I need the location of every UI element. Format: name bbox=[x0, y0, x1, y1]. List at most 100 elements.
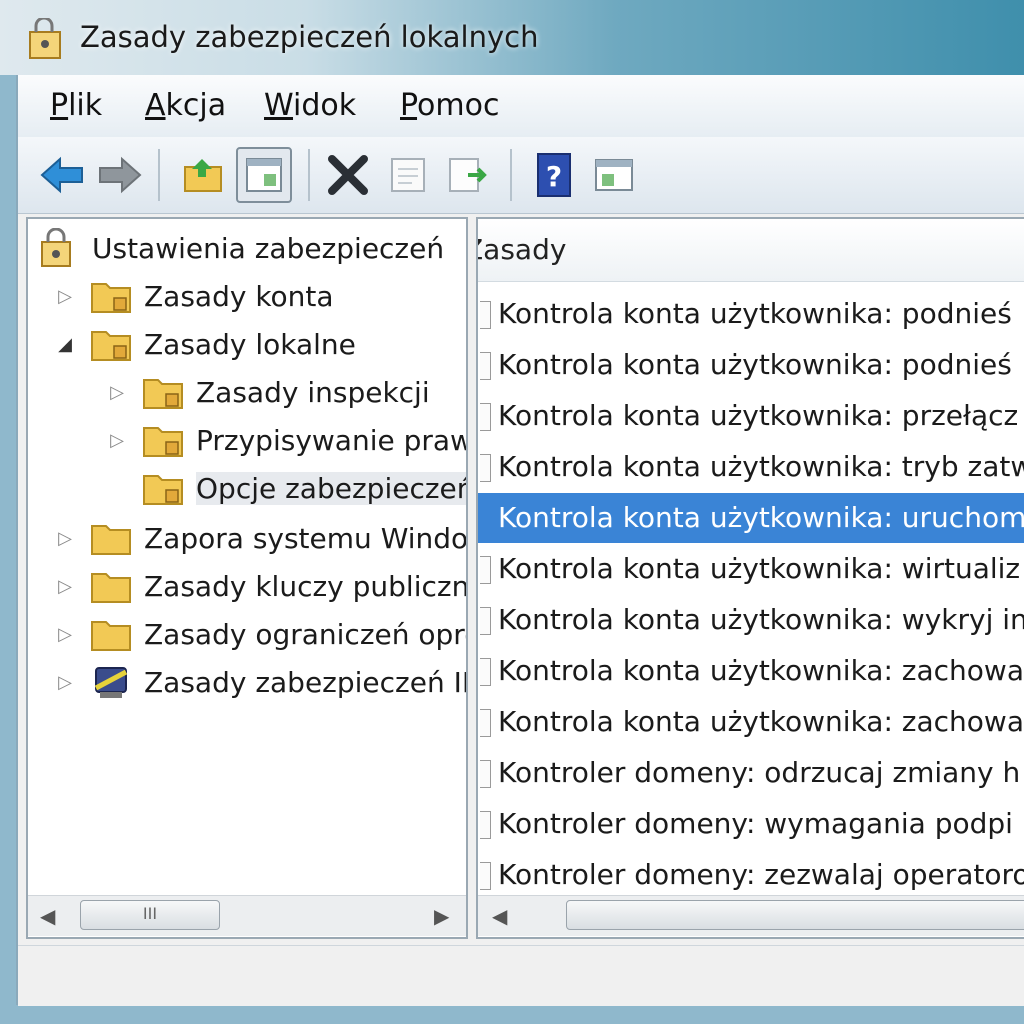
policy-list-pane[interactable]: Zasady Kontrola konta użytkownika: podni… bbox=[476, 217, 1024, 939]
policy-name: Kontrola konta użytkownika: tryb zatw bbox=[498, 450, 1024, 483]
expand-arrow-icon[interactable]: ▷ bbox=[52, 528, 78, 549]
policy-name: Kontrola konta użytkownika: wykryj in bbox=[498, 603, 1024, 636]
menu-file[interactable]: Plik bbox=[50, 88, 102, 123]
policy-name: Kontrola konta użytkownika: podnieś bbox=[498, 297, 1012, 330]
policy-name: Kontrola konta użytkownika: przełącz bbox=[498, 399, 1019, 432]
folder-icon bbox=[91, 525, 131, 555]
menu-bar: Plik Akcja Widok Pomoc bbox=[18, 75, 1024, 137]
column-header-policy[interactable]: Zasady bbox=[478, 219, 1024, 282]
policy-icon bbox=[480, 760, 491, 788]
ip-security-icon bbox=[94, 667, 128, 698]
menu-action[interactable]: Akcja bbox=[145, 88, 226, 123]
policy-folder-icon bbox=[143, 427, 183, 457]
list-horizontal-scrollbar[interactable]: ◀ bbox=[478, 895, 1024, 936]
policy-name: Kontroler domeny: odrzucaj zmiany h bbox=[498, 756, 1021, 789]
tree-item-label: Zasady inspekcji bbox=[196, 375, 430, 409]
tree-viewport: Ustawienia zabezpieczeń ▷ Zasady konta ◢… bbox=[28, 219, 466, 879]
policy-row[interactable]: Kontrola konta użytkownika: tryb zatw bbox=[478, 442, 1024, 492]
policy-row[interactable]: Kontrola konta użytkownika: przełącz bbox=[478, 391, 1024, 441]
tree-item-audit-policy[interactable]: ▷ Zasady inspekcji bbox=[104, 369, 430, 415]
tree-item-software-restriction[interactable]: ▷ Zasady ograniczeń oprogramowania bbox=[52, 611, 466, 657]
tree-item-label: Zasady konta bbox=[144, 279, 334, 313]
expand-arrow-icon[interactable]: ▷ bbox=[52, 624, 78, 645]
policy-name: Kontrola konta użytkownika: podnieś bbox=[498, 348, 1012, 381]
status-bar bbox=[18, 945, 1024, 1006]
menu-help[interactable]: Pomoc bbox=[400, 88, 499, 123]
policy-icon bbox=[480, 709, 491, 737]
policy-icon bbox=[480, 658, 491, 686]
tree-item-label: Przypisywanie praw bbox=[196, 423, 466, 457]
console-tree-pane[interactable]: Ustawienia zabezpieczeń ▷ Zasady konta ◢… bbox=[26, 217, 468, 939]
policy-row[interactable]: Kontroler domeny: odrzucaj zmiany h bbox=[478, 748, 1024, 798]
title-bar[interactable]: Zasady zabezpieczeń lokalnych bbox=[0, 0, 1024, 75]
tree-root[interactable]: Ustawienia zabezpieczeń bbox=[38, 225, 444, 271]
policy-name: Kontroler domeny: wymagania podpi bbox=[498, 807, 1013, 840]
policy-row[interactable]: Kontrola konta użytkownika: wirtualiz bbox=[478, 544, 1024, 594]
tree-horizontal-scrollbar[interactable]: ◀ III ▶ bbox=[28, 895, 466, 936]
policy-row[interactable]: Kontrola konta użytkownika: zachowa bbox=[478, 697, 1024, 747]
expand-arrow-icon[interactable]: ▷ bbox=[52, 286, 78, 307]
scroll-left-arrow-icon[interactable]: ◀ bbox=[492, 904, 507, 928]
policy-name: Kontrola konta użytkownika: zachowa bbox=[498, 654, 1024, 687]
window-frame: Plik Akcja Widok Pomoc ? Ustawienia zabe… bbox=[16, 75, 1024, 1006]
policy-row[interactable]: Kontroler domeny: zezwalaj operatoro bbox=[478, 850, 1024, 900]
toolbar-separator bbox=[510, 149, 512, 201]
tree-item-label: Zasady kluczy publicznych bbox=[144, 569, 466, 603]
tree-item-user-rights[interactable]: ▷ Przypisywanie praw bbox=[104, 417, 466, 463]
tree-item-local-policies[interactable]: ◢ Zasady lokalne bbox=[52, 321, 356, 367]
scrollbar-thumb[interactable] bbox=[566, 900, 1024, 930]
tree-item-label: Opcje zabezpieczeń bbox=[196, 471, 466, 505]
collapse-arrow-icon[interactable]: ◢ bbox=[52, 334, 78, 355]
policy-folder-icon bbox=[91, 283, 131, 313]
help-icon[interactable]: ? bbox=[526, 147, 582, 203]
column-header-label: Zasady bbox=[478, 233, 567, 266]
toolbar: ? bbox=[18, 137, 1024, 214]
policy-name: Kontroler domeny: zezwalaj operatoro bbox=[498, 858, 1024, 891]
policy-icon bbox=[480, 811, 491, 839]
tree-item-windows-firewall[interactable]: ▷ Zapora systemu Windows bbox=[52, 515, 466, 561]
scrollbar-thumb[interactable]: III bbox=[80, 900, 220, 930]
tree-item-security-options[interactable]: Opcje zabezpieczeń bbox=[104, 465, 466, 511]
window-title: Zasady zabezpieczeń lokalnych bbox=[80, 20, 539, 54]
back-arrow-icon[interactable] bbox=[34, 147, 90, 203]
menu-view[interactable]: Widok bbox=[264, 88, 356, 123]
tree-item-label: Zasady lokalne bbox=[144, 327, 356, 361]
policy-icon bbox=[480, 556, 491, 584]
tree-item-label: Zapora systemu Windows bbox=[144, 521, 466, 555]
policy-folder-icon bbox=[143, 475, 183, 505]
policy-row[interactable]: Kontrola konta użytkownika: podnieś bbox=[478, 340, 1024, 390]
expand-arrow-icon[interactable]: ▷ bbox=[104, 430, 130, 451]
properties-icon[interactable] bbox=[380, 147, 436, 203]
policy-row-selected[interactable]: Kontrola konta użytkownika: uruchom bbox=[478, 493, 1024, 543]
delete-icon[interactable] bbox=[320, 147, 376, 203]
show-hide-action-pane-icon[interactable] bbox=[586, 147, 642, 203]
security-settings-icon bbox=[41, 228, 71, 267]
export-list-icon[interactable] bbox=[440, 147, 496, 203]
policy-icon bbox=[480, 862, 491, 890]
policy-folder-icon bbox=[143, 379, 183, 409]
up-folder-icon[interactable] bbox=[176, 147, 232, 203]
policy-icon bbox=[480, 454, 491, 482]
expand-arrow-icon[interactable]: ▷ bbox=[52, 576, 78, 597]
folder-icon bbox=[91, 573, 131, 603]
policy-row[interactable]: Kontroler domeny: wymagania podpi bbox=[478, 799, 1024, 849]
policy-row[interactable]: Kontrola konta użytkownika: podnieś bbox=[478, 289, 1024, 339]
policy-name: Kontrola konta użytkownika: zachowa bbox=[498, 705, 1024, 738]
tree-item-label: Zasady zabezpieczeń IP bbox=[144, 665, 466, 699]
folder-icon bbox=[91, 621, 131, 651]
expand-arrow-icon[interactable]: ▷ bbox=[104, 382, 130, 403]
scroll-right-arrow-icon[interactable]: ▶ bbox=[434, 904, 449, 928]
scroll-left-arrow-icon[interactable]: ◀ bbox=[40, 904, 55, 928]
policy-row[interactable]: Kontrola konta użytkownika: zachowa bbox=[478, 646, 1024, 696]
tree-item-public-key-policies[interactable]: ▷ Zasady kluczy publicznych bbox=[52, 563, 466, 609]
policy-icon bbox=[480, 352, 491, 380]
policy-row[interactable]: Kontrola konta użytkownika: wykryj in bbox=[478, 595, 1024, 645]
tree-item-account-policies[interactable]: ▷ Zasady konta bbox=[52, 273, 334, 319]
tree-root-label: Ustawienia zabezpieczeń bbox=[92, 231, 445, 265]
show-hide-tree-icon[interactable] bbox=[236, 147, 292, 203]
forward-arrow-icon[interactable] bbox=[92, 147, 148, 203]
expand-arrow-icon[interactable]: ▷ bbox=[52, 672, 78, 693]
policy-name: Kontrola konta użytkownika: uruchom bbox=[498, 501, 1024, 534]
tree-item-ip-security[interactable]: ▷ Zasady zabezpieczeń IP bbox=[52, 659, 466, 705]
policy-icon bbox=[480, 403, 491, 431]
